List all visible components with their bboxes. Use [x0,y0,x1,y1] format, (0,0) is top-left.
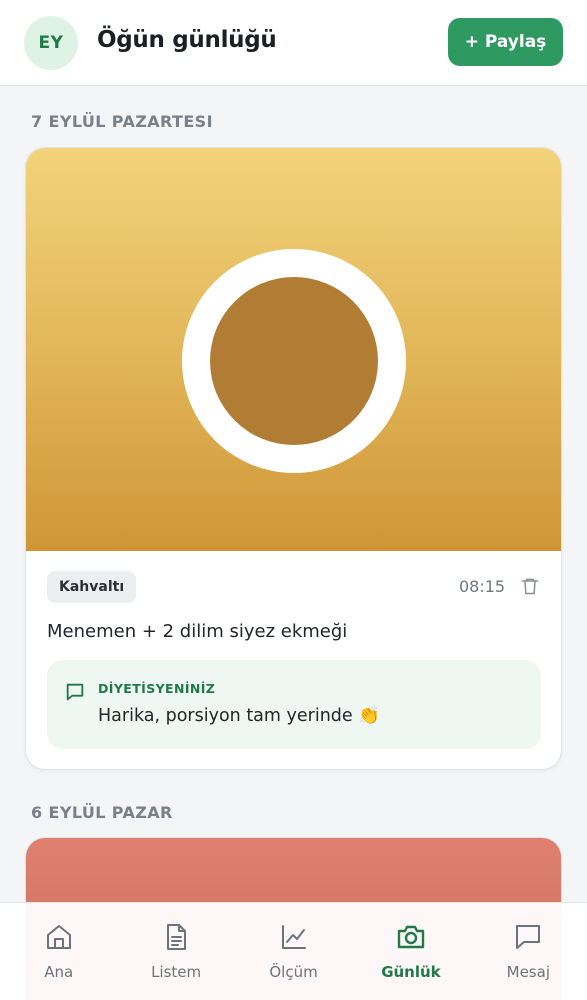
comment-author-label: DİYETİSYENİNİZ [98,681,216,696]
day-label: 7 EYLÜL PAZARTESI [31,112,213,131]
tab-diary[interactable]: Günlük [352,903,469,1000]
tab-label: Ana [44,963,74,981]
tab-list[interactable]: Listem [117,903,234,1000]
camera-icon [397,925,425,949]
share-button[interactable]: + Paylaş [448,18,563,66]
tab-label: Ölçüm [269,963,318,981]
avatar[interactable]: EY [24,16,78,70]
tab-label: Mesaj [506,963,550,981]
meal-card[interactable]: Kahvaltı 08:15 Menemen + 2 dilim siyez e… [25,147,562,770]
list-icon [167,924,187,950]
home-icon [46,925,71,949]
meal-type-badge: Kahvaltı [47,571,137,603]
page-title: Öğün günlüğü [97,27,277,53]
meal-description: Menemen + 2 dilim siyez ekmeği [47,621,348,642]
message-icon [516,925,541,949]
plate-image [182,249,406,473]
comment-text: Harika, porsiyon tam yerinde 👏 [98,706,381,726]
app-header: EY Öğün günlüğü + Paylaş [0,0,587,86]
food-image [210,277,378,445]
bottom-tab-bar: Ana Listem Ölçüm Günlük Mesaj [0,902,587,1000]
tab-measurements[interactable]: Ölçüm [235,903,352,1000]
meal-time: 08:15 [459,577,506,596]
meal-photo[interactable] [26,148,561,551]
chart-icon [281,925,306,949]
tab-home[interactable]: Ana [0,903,117,1000]
trash-icon[interactable] [520,576,540,596]
tab-messages[interactable]: Mesaj [470,903,587,1000]
comment-icon [66,683,84,701]
day-label: 6 EYLÜL PAZAR [31,803,173,822]
tab-label: Listem [151,963,202,981]
dietitian-comment: DİYETİSYENİNİZ Harika, porsiyon tam yeri… [47,660,541,749]
tab-label: Günlük [381,963,441,981]
